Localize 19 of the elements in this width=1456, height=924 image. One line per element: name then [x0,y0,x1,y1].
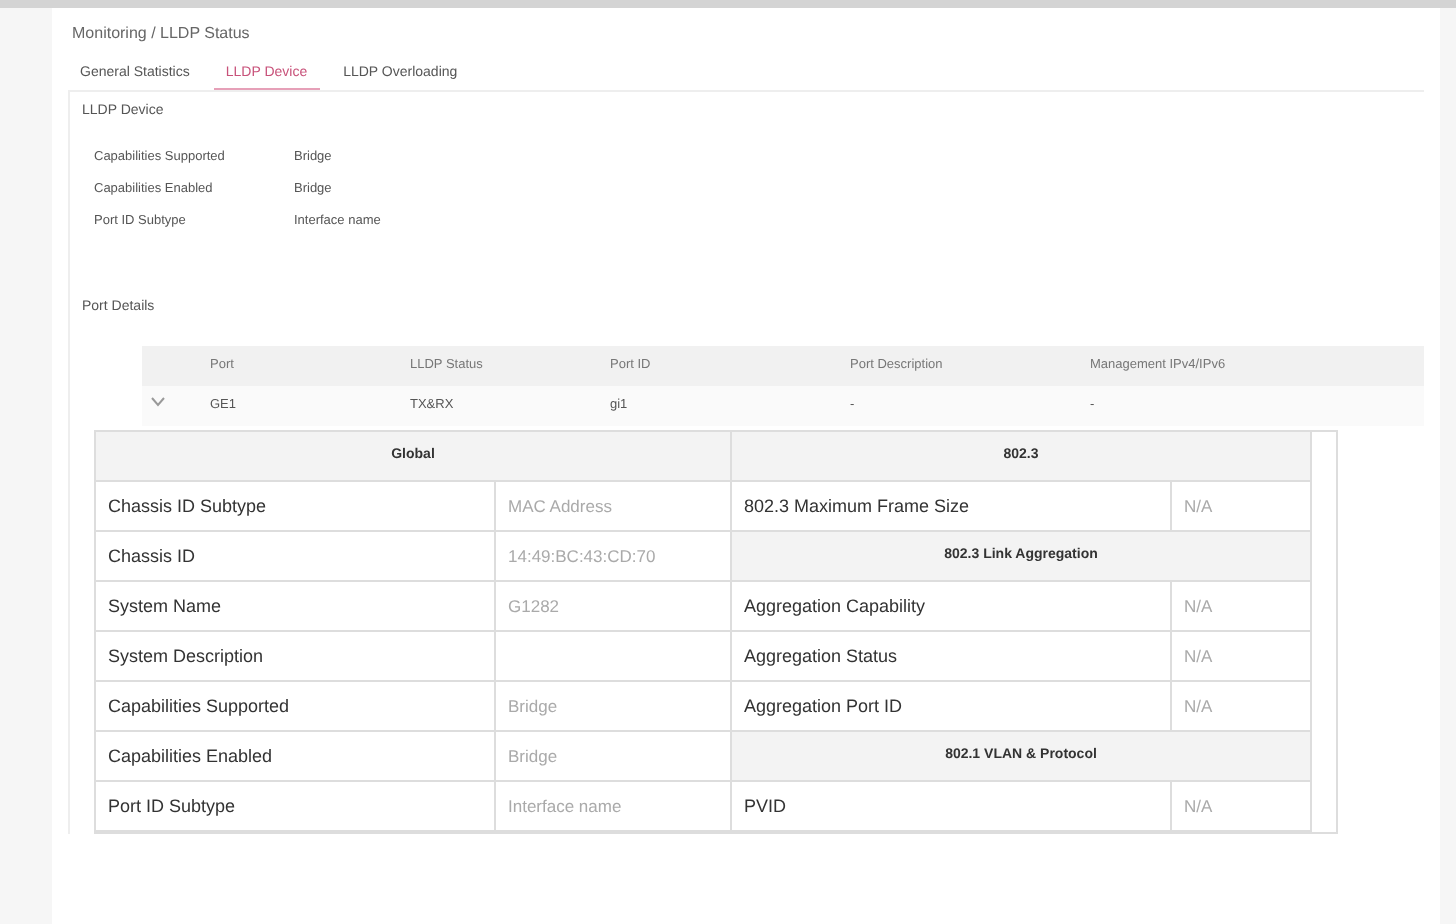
field-value: N/A [1172,782,1312,832]
field-value: N/A [1172,632,1312,682]
field-label: Chassis ID Subtype [96,482,496,532]
field-label: Aggregation Capability [732,582,1172,632]
field-value: N/A [1172,582,1312,632]
field-label: Capabilities Enabled [96,732,496,782]
field-value: G1282 [496,582,732,632]
field-value: MAC Address [496,482,732,532]
field-label: Chassis ID [96,532,496,582]
field-value: Interface name [496,782,732,832]
field-label: Port ID Subtype [96,782,496,832]
field-label: PVID [732,782,1172,832]
breadcrumb: Monitoring / LLDP Status [72,24,252,42]
field-label: System Description [96,632,496,682]
field-value: Bridge [496,682,732,732]
field-label: Capabilities Supported [96,682,496,732]
chevron-icon[interactable] [150,396,166,408]
field-label: System Name [96,582,496,632]
field-label: Aggregation Status [732,632,1172,682]
